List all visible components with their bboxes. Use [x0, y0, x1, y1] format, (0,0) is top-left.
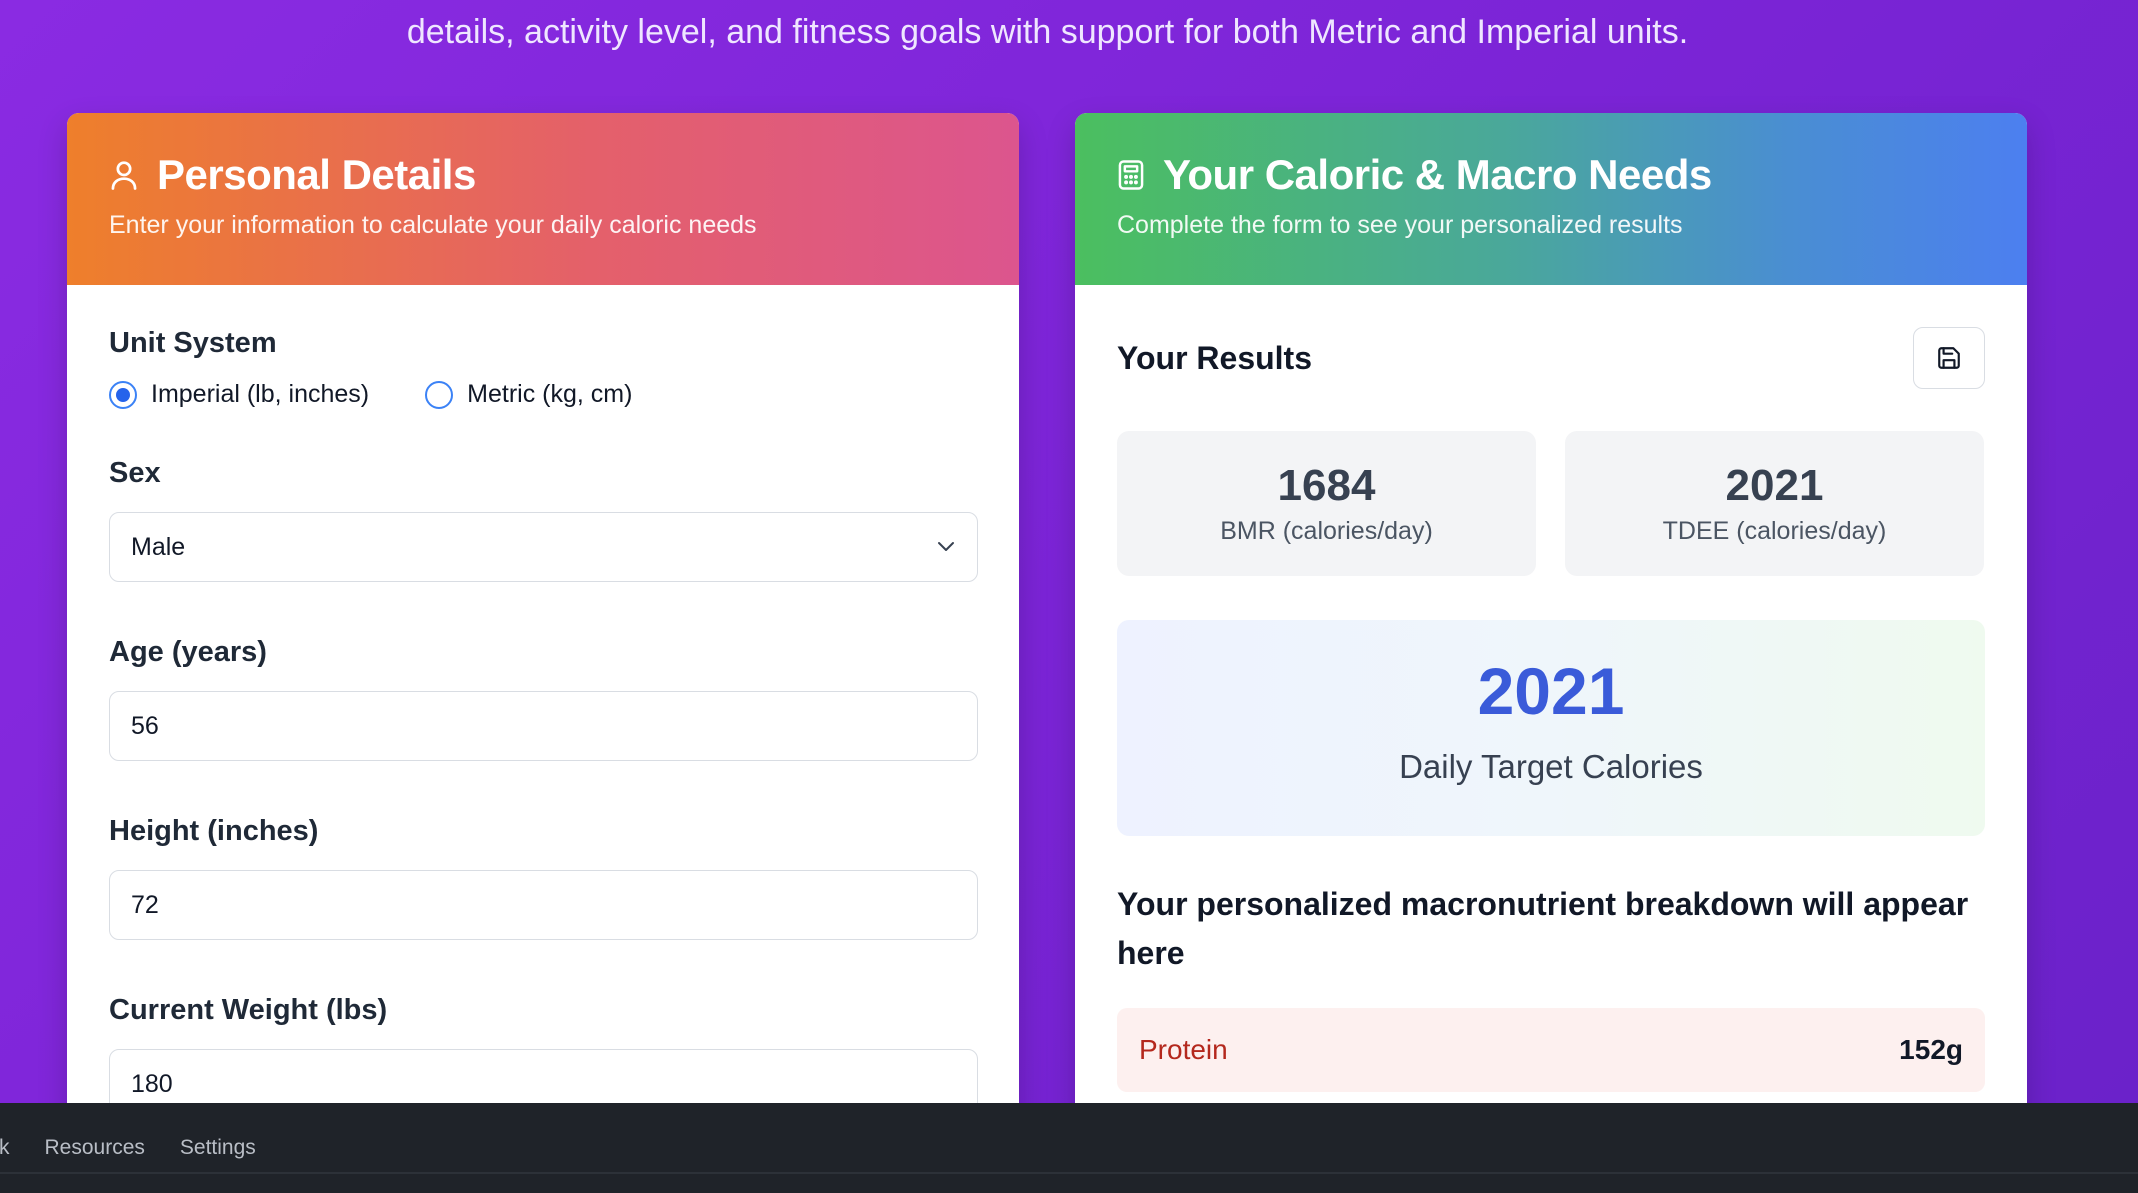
macro-row-protein: Protein 152g	[1117, 1008, 1985, 1092]
save-button[interactable]	[1913, 327, 1985, 389]
tdee-value: 2021	[1725, 461, 1824, 510]
radio-metric[interactable]: Metric (kg, cm)	[425, 380, 632, 409]
radio-metric-dot[interactable]	[425, 380, 454, 409]
bmr-stat: 1684 BMR (calories/day)	[1117, 431, 1536, 576]
results-title: Your Caloric & Macro Needs	[1163, 151, 1712, 198]
unit-system-radios: Imperial (lb, inches) Metric (kg, cm)	[109, 380, 977, 409]
height-label: Height (inches)	[109, 815, 319, 847]
taskbar-item-resources[interactable]: Resources	[45, 1136, 145, 1160]
results-card: Your Caloric & Macro Needs Complete the …	[1075, 113, 2027, 1123]
radio-metric-label: Metric (kg, cm)	[467, 380, 633, 408]
your-results-heading: Your Results	[1117, 339, 1312, 376]
macro-name: Protein	[1139, 1034, 1228, 1065]
sex-select-value: Male	[131, 532, 186, 561]
weight-label: Current Weight (lbs)	[109, 994, 388, 1026]
height-input-value: 72	[131, 890, 159, 919]
radio-imperial[interactable]: Imperial (lb, inches)	[109, 380, 369, 409]
personal-details-header: Personal Details Enter your information …	[67, 113, 1019, 285]
bmr-value: 1684	[1277, 461, 1376, 510]
intro-text: details, activity level, and fitness goa…	[406, 13, 1689, 51]
age-group: Age (years) 56	[109, 636, 978, 761]
user-icon	[111, 161, 137, 190]
bmr-label: BMR (calories/day)	[1220, 517, 1433, 545]
personal-details-form: Unit System Imperial (lb, inches) Metric…	[67, 285, 1019, 1119]
sex-group: Sex Male	[109, 457, 978, 582]
daily-target-label: Daily Target Calories	[1399, 748, 1703, 785]
age-label: Age (years)	[109, 636, 267, 668]
height-group: Height (inches) 72	[109, 815, 978, 940]
radio-imperial-dot[interactable]	[109, 380, 137, 409]
taskbar-divider	[0, 1172, 2138, 1174]
radio-imperial-label: Imperial (lb, inches)	[151, 380, 370, 408]
age-input-value: 56	[131, 711, 159, 740]
personal-details-subtitle: Enter your information to calculate your…	[109, 211, 757, 239]
age-input[interactable]: 56	[109, 691, 978, 761]
daily-target-value: 2021	[1477, 654, 1625, 728]
results-subtitle: Complete the form to see your personaliz…	[1117, 211, 1683, 239]
bottom-taskbar: rk Resources Settings	[0, 1103, 2138, 1193]
macro-heading: Your personalized macronutrient breakdow…	[1117, 886, 1969, 971]
tdee-label: TDEE (calories/day)	[1662, 517, 1887, 545]
sex-label: Sex	[109, 457, 161, 489]
sex-select[interactable]: Male	[109, 512, 978, 582]
stats-row: 1684 BMR (calories/day) 2021 TDEE (calor…	[1117, 431, 1985, 576]
macro-value: 152g	[1899, 1034, 1963, 1065]
unit-system-label: Unit System	[109, 327, 277, 359]
personal-details-title: Personal Details	[157, 151, 476, 198]
taskbar-item-partial[interactable]: rk	[0, 1136, 10, 1160]
height-input[interactable]: 72	[109, 870, 978, 940]
tdee-stat: 2021 TDEE (calories/day)	[1565, 431, 1984, 576]
weight-input-value: 180	[131, 1069, 173, 1098]
personal-details-card: Personal Details Enter your information …	[67, 113, 1019, 1123]
chevron-down-icon	[938, 542, 954, 551]
taskbar-item-settings[interactable]: Settings	[180, 1136, 256, 1160]
calculator-icon	[1118, 160, 1144, 190]
save-icon	[1938, 347, 1960, 369]
daily-target-panel: 2021 Daily Target Calories	[1117, 620, 1985, 836]
results-body: Your Results 1684 BMR (calories/day) 202…	[1075, 285, 2027, 1092]
results-header: Your Caloric & Macro Needs Complete the …	[1075, 113, 2027, 285]
weight-group: Current Weight (lbs) 180	[109, 994, 978, 1119]
